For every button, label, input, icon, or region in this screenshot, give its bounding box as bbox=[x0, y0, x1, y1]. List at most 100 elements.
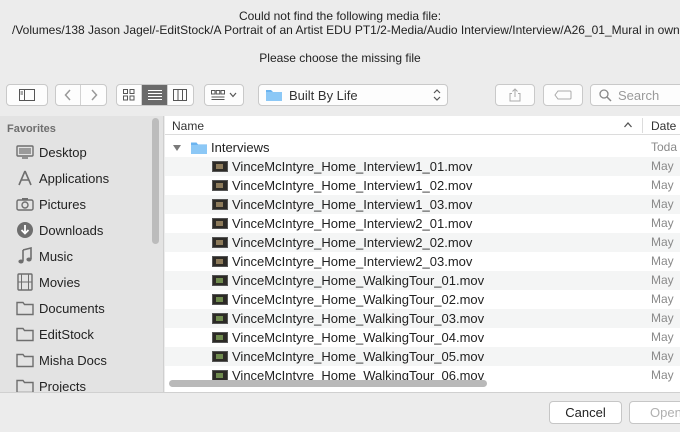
folder-row[interactable]: Interviews Toda bbox=[165, 138, 680, 157]
date-column-header[interactable]: Date bbox=[651, 119, 676, 133]
file-name: VinceMcIntyre_Home_Interview1_01.mov bbox=[232, 159, 473, 174]
sidebar-item-label: EditStock bbox=[39, 326, 94, 342]
sidebar-item-label: Movies bbox=[39, 274, 81, 290]
applications-icon bbox=[14, 169, 36, 187]
back-button[interactable] bbox=[56, 85, 82, 105]
video-thumbnail-icon bbox=[212, 275, 228, 286]
file-date: May bbox=[651, 235, 674, 249]
sidebar-item-label: Downloads bbox=[39, 222, 104, 238]
file-row[interactable]: VinceMcIntyre_Home_WalkingTour_01.mov Ma… bbox=[165, 271, 680, 290]
cancel-button[interactable]: Cancel bbox=[549, 401, 622, 424]
tag-icon bbox=[554, 90, 572, 100]
sidebar-scrollbar[interactable] bbox=[152, 118, 159, 244]
file-name: VinceMcIntyre_Home_WalkingTour_04.mov bbox=[232, 330, 485, 345]
view-mode-selector bbox=[116, 84, 194, 106]
file-row[interactable]: VinceMcIntyre_Home_Interview1_01.mov May bbox=[165, 157, 680, 176]
sort-chevron-up-icon bbox=[624, 122, 632, 128]
file-row[interactable]: VinceMcIntyre_Home_WalkingTour_05.mov Ma… bbox=[165, 347, 680, 366]
column-header: Name Date bbox=[165, 116, 680, 135]
sidebar: Favorites Desktop Applications Pictures … bbox=[0, 116, 164, 392]
folder-icon bbox=[266, 90, 282, 101]
sidebar-toggle-button[interactable] bbox=[6, 84, 48, 106]
disclosure-triangle-icon[interactable] bbox=[172, 143, 182, 153]
camera-icon bbox=[14, 195, 36, 213]
folder-name: Interviews bbox=[211, 140, 270, 155]
arrange-menu-button[interactable] bbox=[204, 84, 244, 106]
file-row[interactable]: VinceMcIntyre_Home_WalkingTour_04.mov Ma… bbox=[165, 328, 680, 347]
sidebar-item-editstock[interactable]: EditStock bbox=[0, 322, 150, 346]
file-list: Name Date Interviews Toda VinceMcIntyre_… bbox=[165, 116, 680, 392]
file-date: May bbox=[651, 273, 674, 287]
sidebar-item-movies[interactable]: Movies bbox=[0, 270, 150, 294]
tag-button[interactable] bbox=[543, 84, 583, 106]
share-button[interactable] bbox=[495, 84, 535, 106]
folder-icon bbox=[14, 377, 36, 392]
folder-icon bbox=[14, 325, 36, 343]
search-placeholder: Search bbox=[618, 87, 660, 103]
video-thumbnail-icon bbox=[212, 313, 228, 324]
location-popup[interactable]: Built By Life bbox=[258, 84, 448, 106]
chevron-left-icon bbox=[64, 89, 71, 101]
sidebar-item-misha-docs[interactable]: Misha Docs bbox=[0, 348, 150, 372]
file-date: May bbox=[651, 349, 674, 363]
sidebar-item-documents[interactable]: Documents bbox=[0, 296, 150, 320]
file-name: VinceMcIntyre_Home_Interview2_01.mov bbox=[232, 216, 473, 231]
name-column-header[interactable]: Name bbox=[172, 119, 204, 133]
file-name: VinceMcIntyre_Home_WalkingTour_03.mov bbox=[232, 311, 485, 326]
film-icon bbox=[14, 273, 36, 291]
open-button[interactable]: Open bbox=[629, 401, 680, 424]
favorites-heading: Favorites bbox=[7, 123, 56, 135]
sidebar-icon bbox=[19, 89, 35, 101]
sidebar-item-applications[interactable]: Applications bbox=[0, 166, 150, 190]
folder-date: Toda bbox=[651, 140, 678, 154]
sidebar-item-label: Documents bbox=[39, 300, 105, 316]
sidebar-item-label: Pictures bbox=[39, 196, 86, 212]
file-row[interactable]: VinceMcIntyre_Home_Interview2_03.mov May bbox=[165, 252, 680, 271]
file-row[interactable]: VinceMcIntyre_Home_Interview2_01.mov May bbox=[165, 214, 680, 233]
sidebar-item-pictures[interactable]: Pictures bbox=[0, 192, 150, 216]
sidebar-item-label: Projects bbox=[39, 378, 86, 393]
chevron-down-icon bbox=[229, 92, 237, 98]
forward-button[interactable] bbox=[81, 85, 106, 105]
file-row[interactable]: VinceMcIntyre_Home_Interview2_02.mov May bbox=[165, 233, 680, 252]
file-name: VinceMcIntyre_Home_Interview1_02.mov bbox=[232, 178, 473, 193]
sidebar-item-projects[interactable]: Projects bbox=[0, 374, 150, 392]
navigation-buttons bbox=[55, 84, 107, 106]
file-name: VinceMcIntyre_Home_Interview2_02.mov bbox=[232, 235, 473, 250]
file-row[interactable]: VinceMcIntyre_Home_Interview1_03.mov May bbox=[165, 195, 680, 214]
sidebar-item-label: Music bbox=[39, 248, 73, 264]
columns-icon bbox=[173, 89, 188, 101]
file-row[interactable]: VinceMcIntyre_Home_Interview1_02.mov May bbox=[165, 176, 680, 195]
missing-file-path: /Volumes/138 Jason Jagel/-EditStock/A Po… bbox=[12, 23, 680, 37]
file-row[interactable]: VinceMcIntyre_Home_WalkingTour_02.mov Ma… bbox=[165, 290, 680, 309]
sidebar-item-music[interactable]: Music bbox=[0, 244, 150, 268]
video-thumbnail-icon bbox=[212, 351, 228, 362]
up-down-chevron-icon bbox=[433, 89, 441, 101]
location-label: Built By Life bbox=[289, 87, 358, 103]
download-icon bbox=[14, 221, 36, 239]
list-icon bbox=[147, 90, 162, 100]
file-date: May bbox=[651, 216, 674, 230]
column-view-button[interactable] bbox=[168, 85, 193, 105]
grid-icon bbox=[123, 89, 135, 101]
file-date: May bbox=[651, 311, 674, 325]
message-instruction: Please choose the missing file bbox=[259, 51, 421, 65]
horizontal-scrollbar[interactable] bbox=[169, 380, 487, 387]
search-icon bbox=[599, 88, 612, 102]
file-name: VinceMcIntyre_Home_Interview1_03.mov bbox=[232, 197, 473, 212]
file-date: May bbox=[651, 330, 674, 344]
icon-view-button[interactable] bbox=[117, 85, 143, 105]
gallery-icon bbox=[211, 90, 225, 100]
list-view-button[interactable] bbox=[142, 85, 168, 105]
sidebar-item-label: Applications bbox=[39, 170, 110, 186]
sidebar-item-label: Desktop bbox=[39, 144, 87, 160]
sidebar-item-desktop[interactable]: Desktop bbox=[0, 140, 150, 164]
file-row[interactable]: VinceMcIntyre_Home_WalkingTour_03.mov Ma… bbox=[165, 309, 680, 328]
music-note-icon bbox=[14, 247, 36, 265]
sidebar-item-downloads[interactable]: Downloads bbox=[0, 218, 150, 242]
missing-media-message: Could not find the following media file:… bbox=[0, 0, 680, 72]
file-date: May bbox=[651, 292, 674, 306]
video-thumbnail-icon bbox=[212, 218, 228, 229]
column-divider bbox=[642, 118, 643, 133]
search-field[interactable]: Search bbox=[590, 84, 680, 106]
